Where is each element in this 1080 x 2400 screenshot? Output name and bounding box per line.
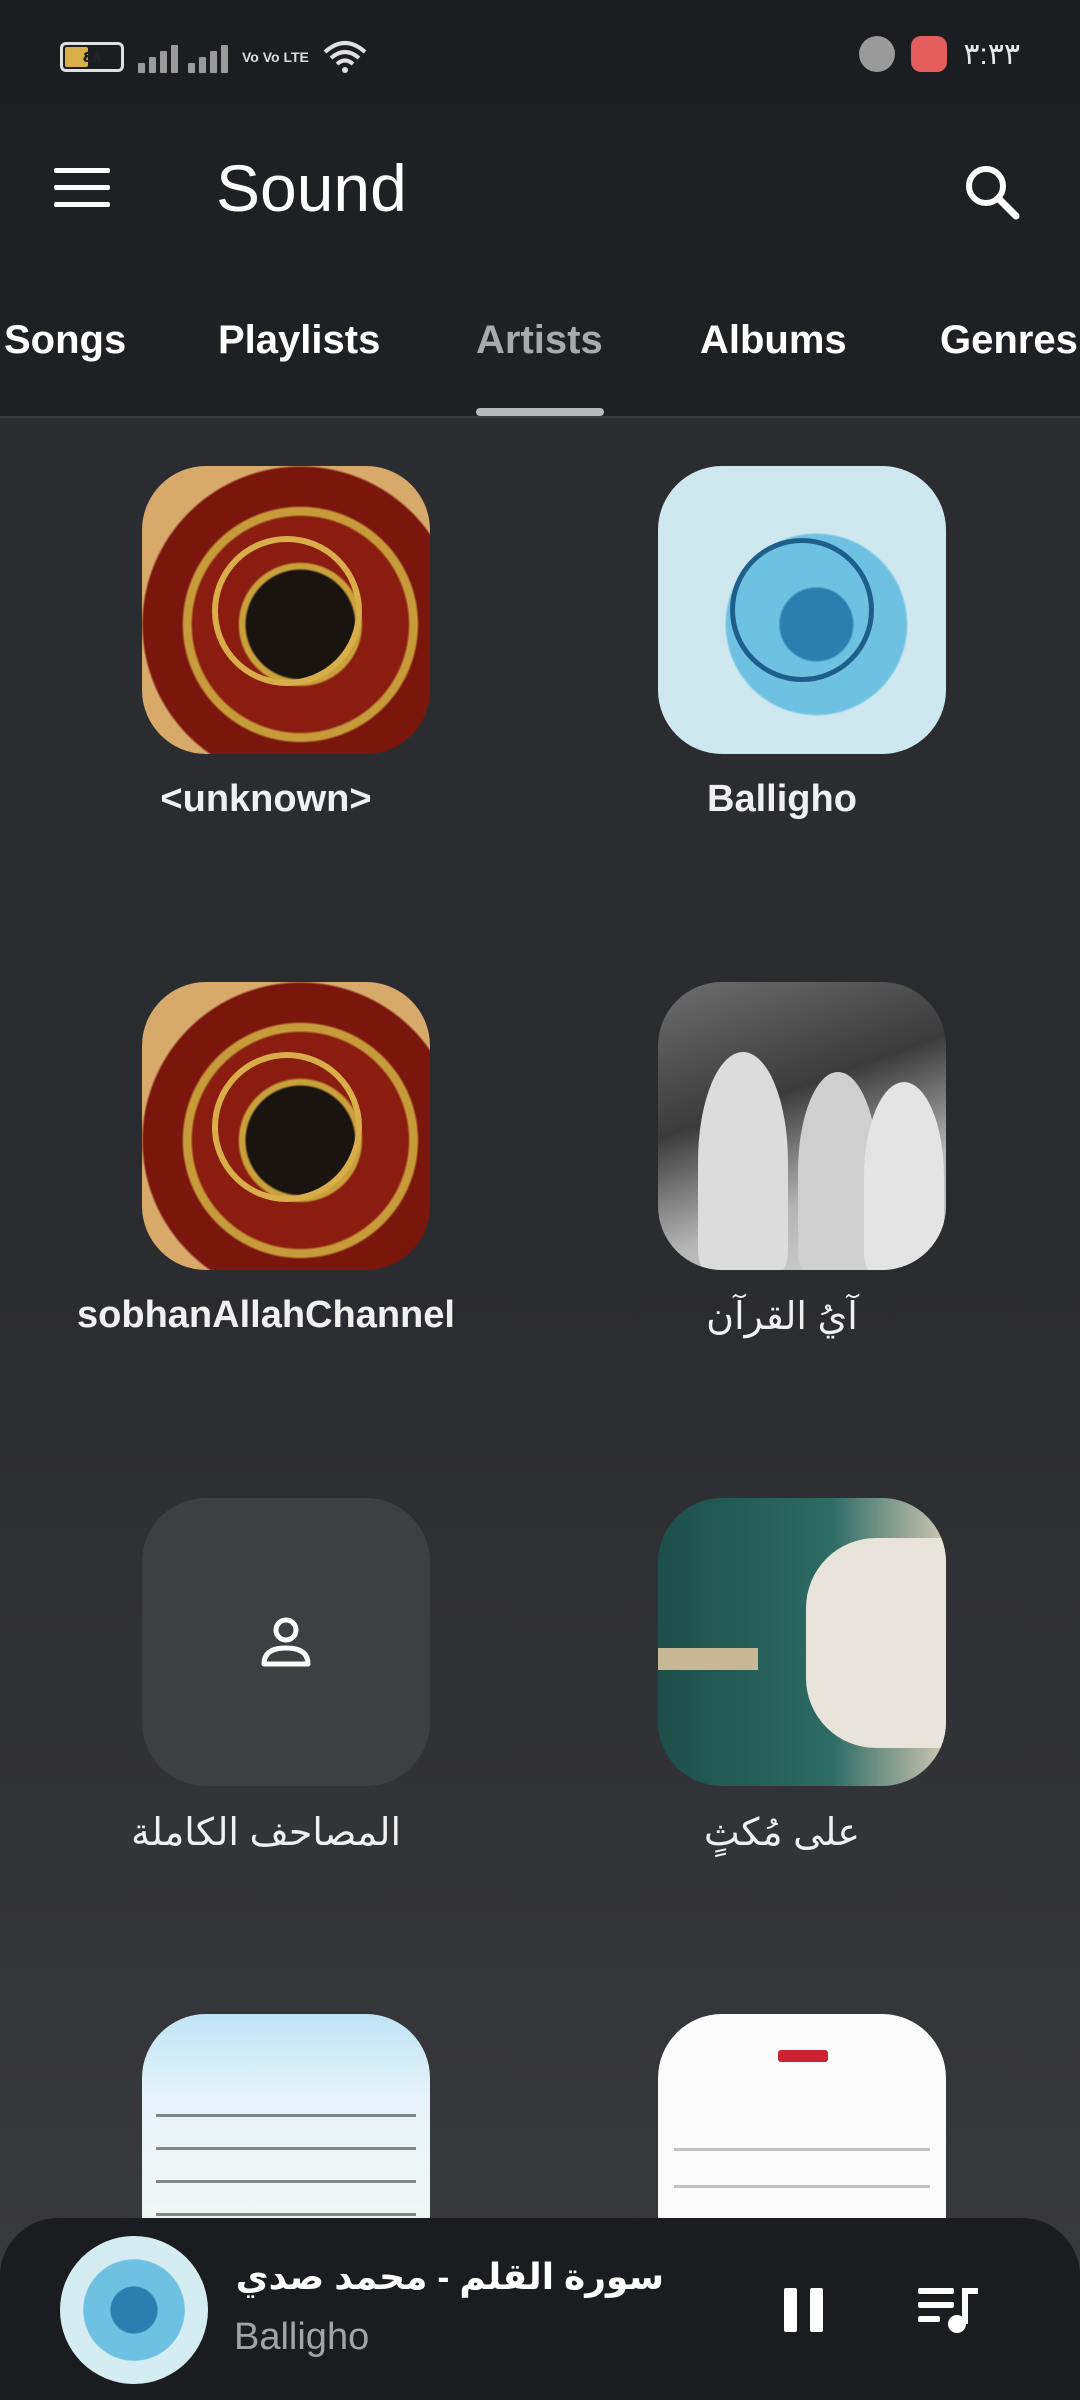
signal-icon — [138, 41, 228, 73]
reciter-photo-image — [658, 1498, 946, 1786]
now-playing-title: سورة القلم - محمد صدي... — [234, 2256, 664, 2297]
mini-player[interactable]: سورة القلم - محمد صدي... Balligho — [0, 2218, 1080, 2400]
status-left: ٤٨ Vo Vo LTE — [60, 40, 367, 74]
tab-bar: Songs Playlists Artists Albums Genres — [0, 274, 1080, 418]
mosque-photo-image — [658, 982, 946, 1270]
pause-icon[interactable] — [784, 2288, 826, 2332]
artist-name: sobhanAllahChannel — [77, 1294, 455, 1336]
text-page-image — [658, 2014, 946, 2218]
tab-playlists[interactable]: Playlists — [218, 318, 380, 363]
now-playing-artist: Balligho — [234, 2316, 370, 2358]
artist-name: على مُكثٍ — [703, 1812, 861, 1854]
clock: ٣:٣٣ — [963, 37, 1020, 71]
top-app-bar: Sound — [0, 104, 1080, 274]
quran-cover-red-image — [142, 982, 430, 1270]
artist-grid: <unknown> Balligho sobhanAllahChannel آي… — [0, 418, 1080, 2218]
tab-indicator — [476, 408, 604, 416]
page-title: Sound — [216, 151, 407, 225]
mushaf-page-image — [142, 2014, 430, 2218]
status-right: ٣:٣٣ — [859, 36, 1020, 72]
quran-cover-blue-image — [658, 466, 946, 754]
quran-cover-red-image — [142, 466, 430, 754]
status-bar: ٤٨ Vo Vo LTE ٣:٣٣ — [0, 0, 1080, 104]
wifi-icon — [323, 41, 367, 73]
notification-icon — [859, 36, 896, 72]
artist-name: آيُ القرآن — [706, 1296, 858, 1338]
tab-artists[interactable]: Artists — [476, 318, 603, 363]
tab-genres[interactable]: Genres — [940, 318, 1078, 363]
tab-songs[interactable]: Songs — [4, 318, 126, 363]
app-notification-icon — [911, 36, 948, 72]
artist-name: المصاحف الكاملة — [130, 1812, 402, 1854]
tab-albums[interactable]: Albums — [700, 318, 847, 363]
queue-icon[interactable] — [916, 2280, 980, 2336]
artist-name: <unknown> — [160, 778, 372, 820]
menu-icon[interactable] — [54, 168, 110, 212]
now-playing-artwork — [60, 2236, 208, 2384]
battery-icon: ٤٨ — [60, 42, 124, 72]
network-label: Vo Vo LTE — [242, 49, 309, 65]
battery-level: ٤٨ — [82, 49, 102, 66]
artist-placeholder-icon — [142, 1498, 430, 1786]
artist-name: Balligho — [707, 778, 857, 820]
search-icon[interactable] — [958, 158, 1028, 228]
